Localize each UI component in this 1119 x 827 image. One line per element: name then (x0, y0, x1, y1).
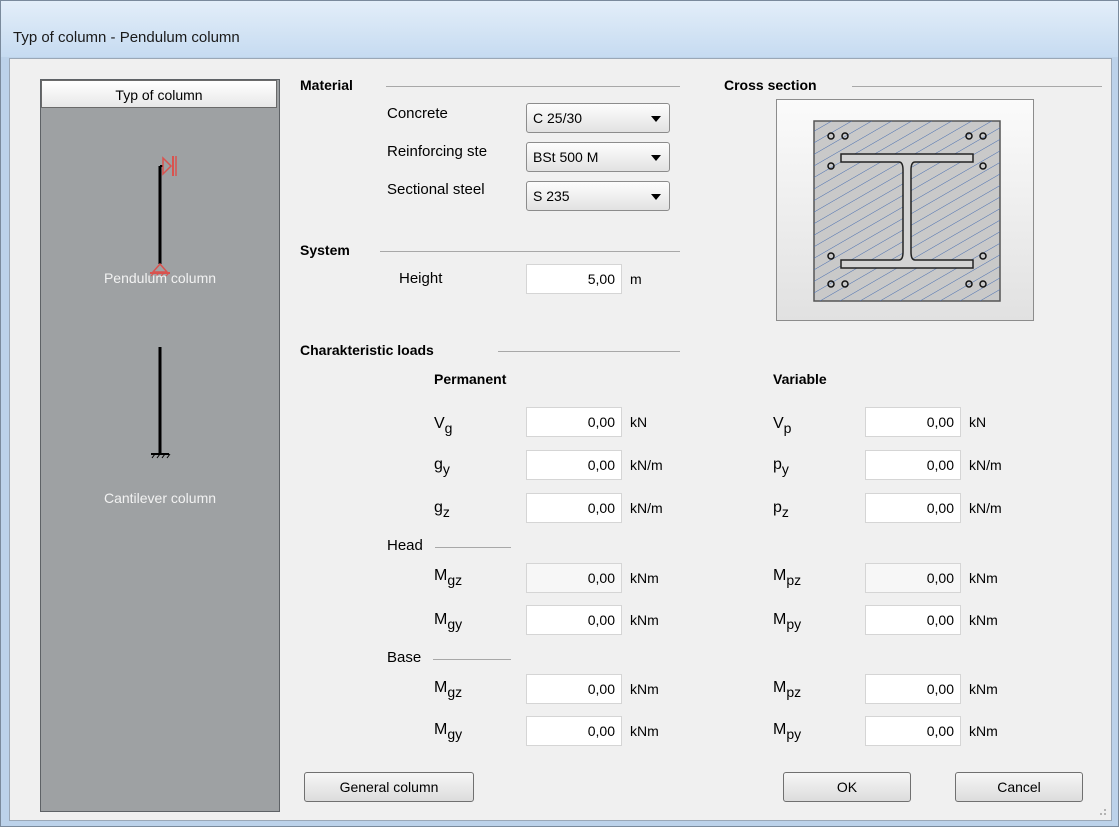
base-mgy-symbol: Mgy (434, 721, 463, 742)
vg-input[interactable]: 0,00 (526, 407, 622, 437)
concrete-label: Concrete (387, 105, 448, 122)
base-mpy-input[interactable]: 0,00 (865, 716, 961, 746)
base-mgz-input[interactable]: 0,00 (526, 674, 622, 704)
base-divider (433, 659, 511, 660)
system-group-divider (380, 251, 680, 252)
head-mpy-symbol: Mpy (773, 611, 802, 632)
concrete-select[interactable]: C 25/30 (526, 103, 670, 133)
head-mgz-unit: kNm (630, 570, 659, 586)
sectional-steel-label: Sectional steel (387, 181, 485, 198)
base-label: Base (387, 649, 422, 666)
base-mpy-unit: kNm (969, 723, 998, 739)
system-group-title: System (300, 242, 350, 258)
pendulum-column-option[interactable]: Pendulum column (41, 120, 279, 300)
pendulum-column-label: Pendulum column (103, 270, 217, 286)
head-mpy-unit: kNm (969, 612, 998, 628)
head-mpz-symbol: Mpz (773, 567, 802, 588)
base-mpz-input[interactable]: 0,00 (865, 674, 961, 704)
gz-symbol: gz (434, 499, 450, 520)
head-label: Head (387, 537, 423, 554)
head-mpz-input[interactable]: 0,00 (865, 563, 961, 593)
general-column-button[interactable]: General column (304, 772, 474, 802)
chevron-down-icon (651, 194, 661, 200)
head-mgy-input[interactable]: 0,00 (526, 605, 622, 635)
sectional-steel-select-value: S 235 (533, 188, 570, 204)
base-mpz-unit: kNm (969, 681, 998, 697)
base-mgy-unit: kNm (630, 723, 659, 739)
vg-unit: kN (630, 414, 648, 430)
base-mpy-symbol: Mpy (773, 721, 802, 742)
loads-group-divider (498, 351, 680, 352)
cross-section-group-title: Cross section (724, 77, 817, 93)
reinforcing-steel-select-value: BSt 500 M (533, 149, 599, 165)
reinforcing-steel-select[interactable]: BSt 500 M (526, 142, 670, 172)
material-group-divider (386, 86, 680, 87)
gz-input[interactable]: 0,00 (526, 493, 622, 523)
head-mgy-unit: kNm (630, 612, 659, 628)
ok-button[interactable]: OK (783, 772, 911, 802)
vp-input[interactable]: 0,00 (865, 407, 961, 437)
pz-input[interactable]: 0,00 (865, 493, 961, 523)
cross-section-group-divider (852, 86, 1102, 87)
py-unit: kN/m (969, 457, 1002, 473)
chevron-down-icon (651, 116, 661, 122)
base-mgz-symbol: Mgz (434, 679, 463, 700)
head-mpy-input[interactable]: 0,00 (865, 605, 961, 635)
permanent-column-title: Permanent (434, 371, 507, 387)
head-mgy-symbol: Mgy (434, 611, 463, 632)
py-input[interactable]: 0,00 (865, 450, 961, 480)
pendulum-column-icon (150, 156, 177, 277)
vg-symbol: Vg (434, 415, 453, 436)
pz-unit: kN/m (969, 500, 1002, 516)
base-mgy-input[interactable]: 0,00 (526, 716, 622, 746)
loads-group-title: Charakteristic loads (300, 342, 434, 358)
concrete-select-value: C 25/30 (533, 110, 583, 126)
head-mpz-unit: kNm (969, 570, 998, 586)
gz-unit: kN/m (630, 500, 663, 516)
gy-symbol: gy (434, 456, 450, 477)
head-divider (435, 547, 511, 548)
cantilever-column-icon (151, 347, 171, 459)
cantilever-column-option[interactable]: Cantilever column (41, 340, 279, 506)
dialog-window: Typ of column - Pendulum column Typ of c… (0, 0, 1119, 827)
height-input[interactable]: 5,00 (526, 264, 622, 294)
column-type-panel: Typ of column Pendulum column Cantilever… (40, 79, 280, 812)
chevron-down-icon (651, 155, 661, 161)
pz-symbol: pz (773, 499, 789, 520)
head-mgz-symbol: Mgz (434, 567, 463, 588)
material-group-title: Material (300, 77, 353, 93)
height-unit: m (630, 271, 642, 287)
base-mpz-symbol: Mpz (773, 679, 802, 700)
base-mgz-unit: kNm (630, 681, 659, 697)
dialog-client-area: Typ of column Pendulum column Cantilever… (9, 58, 1112, 821)
variable-column-title: Variable (773, 371, 827, 387)
head-mgz-input[interactable]: 0,00 (526, 563, 622, 593)
sectional-steel-select[interactable]: S 235 (526, 181, 670, 211)
vp-symbol: Vp (773, 415, 792, 436)
vp-unit: kN (969, 414, 987, 430)
gy-unit: kN/m (630, 457, 663, 473)
column-type-header[interactable]: Typ of column (41, 80, 277, 108)
cantilever-column-label: Cantilever column (103, 490, 217, 506)
py-symbol: py (773, 456, 789, 477)
reinforcing-steel-label: Reinforcing ste (387, 143, 488, 160)
resize-grip-icon[interactable] (1097, 806, 1107, 816)
gy-input[interactable]: 0,00 (526, 450, 622, 480)
composite-section-icon (813, 120, 1001, 302)
cancel-button[interactable]: Cancel (955, 772, 1083, 802)
window-title: Typ of column - Pendulum column (13, 29, 240, 46)
title-bar[interactable]: Typ of column - Pendulum column (1, 1, 1118, 57)
height-label: Height (399, 270, 443, 287)
cross-section-preview[interactable] (776, 99, 1034, 321)
